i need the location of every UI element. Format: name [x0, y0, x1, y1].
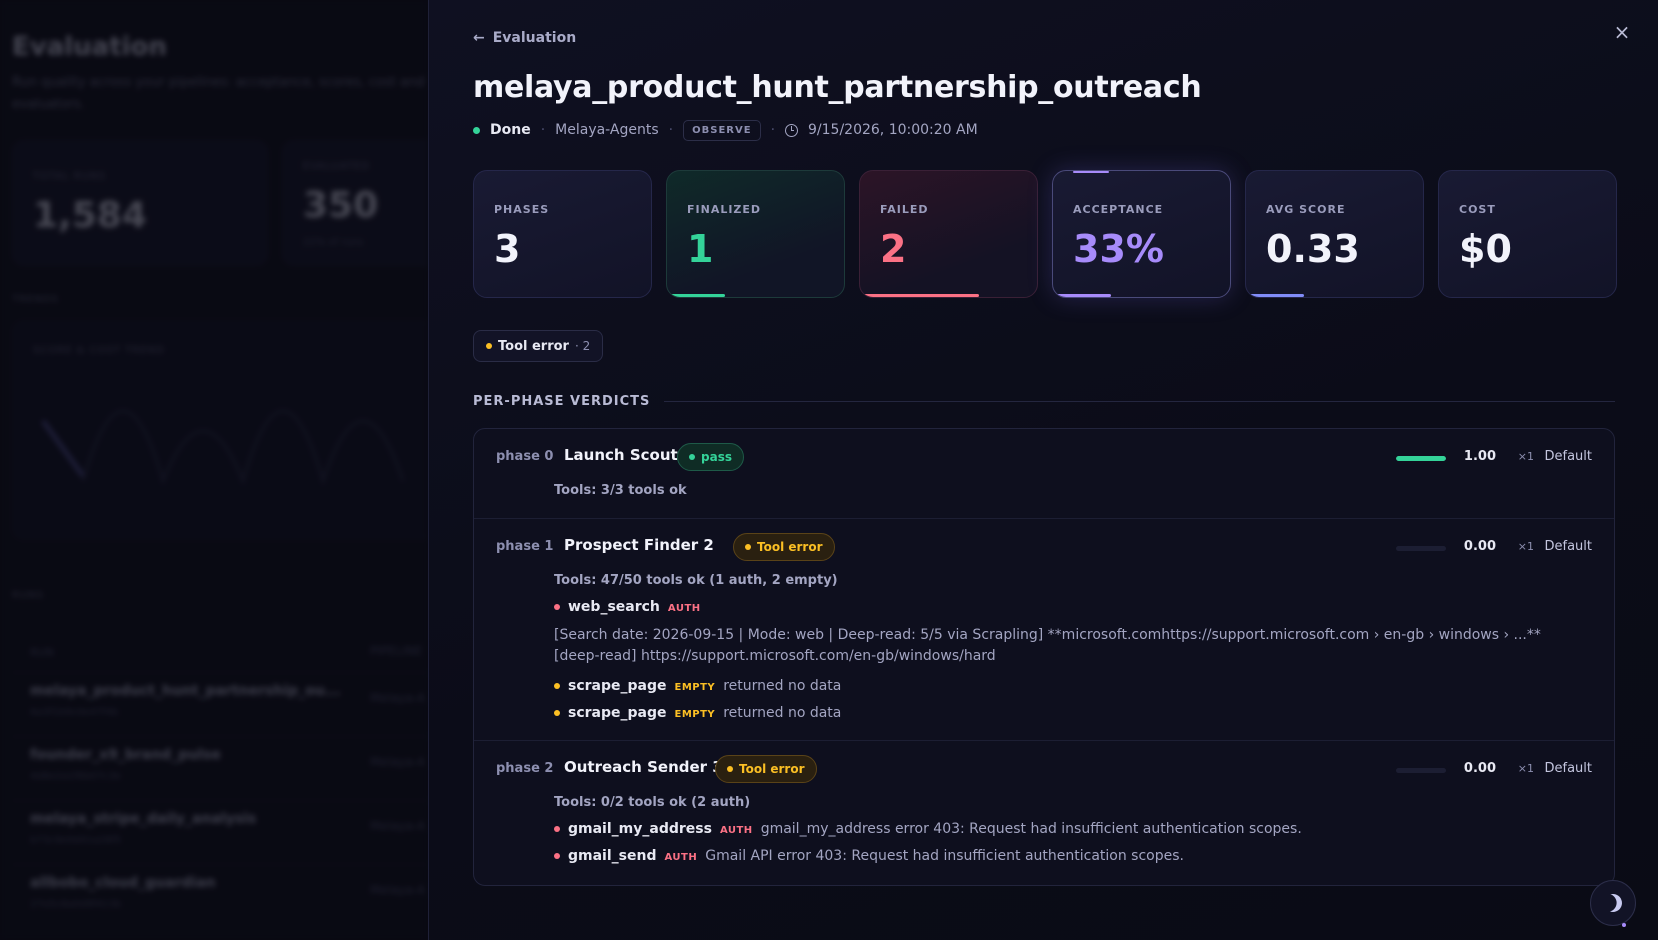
stat-progress-bar [1053, 294, 1112, 297]
phase-profile: Default [1544, 539, 1593, 554]
stat-card-failed: FAILED 2 [859, 170, 1038, 298]
phase-number: phase 1 [496, 539, 554, 554]
tool-result: gmail_send AUTH Gmail API error 403: Req… [554, 848, 1614, 864]
modal-backdrop[interactable] [0, 0, 428, 940]
back-link-label: Evaluation [492, 30, 577, 46]
notification-dot-icon [1622, 923, 1626, 927]
moon-icon [1601, 891, 1624, 914]
verdict-dot-icon [689, 454, 695, 460]
phase-name: Prospect Finder 2 [564, 536, 714, 554]
stat-progress-bar [860, 294, 979, 297]
tool-message: returned no data [723, 678, 842, 694]
arrow-left-icon: ← [473, 30, 485, 46]
divider [664, 401, 1615, 402]
run-meta: Done · Melaya-Agents · OBSERVE · 9/15/20… [473, 118, 978, 142]
score-bar-fill [1396, 456, 1446, 461]
tool-result: scrape_page EMPTY returned no data [554, 678, 1614, 694]
stat-card-phases: PHASES 3 [473, 170, 652, 298]
separator: · [540, 122, 546, 138]
tool-message: Gmail API error 403: Request had insuffi… [705, 848, 1184, 864]
separator: · [668, 122, 674, 138]
warning-dot-icon [554, 683, 560, 689]
active-indicator [1073, 171, 1109, 173]
warning-dot-icon [554, 710, 560, 716]
phase-profile: Default [1544, 449, 1593, 464]
error-dot-icon [554, 826, 560, 832]
clock-icon [785, 123, 799, 137]
section-header: PER-PHASE VERDICTS [473, 394, 1615, 409]
phase-profile: Default [1544, 761, 1593, 776]
stat-card-cost: COST $0 [1438, 170, 1617, 298]
tool-error-filter-chip[interactable]: Tool error · 2 [473, 330, 604, 362]
verdict-dot-icon [727, 766, 733, 772]
warning-dot-icon [486, 343, 492, 349]
close-icon[interactable]: × [1610, 20, 1634, 44]
tool-tag: AUTH [664, 852, 698, 863]
tool-name: gmail_send [568, 848, 657, 864]
phase-weight: ×1 [1517, 540, 1534, 553]
phase-number: phase 2 [496, 761, 554, 776]
phase-row[interactable]: phase 0 Launch Scout pass 1.00 ×1 Defaul… [474, 429, 1614, 519]
tool-tag: EMPTY [674, 682, 716, 693]
phase-weight: ×1 [1517, 762, 1534, 775]
tool-name: gmail_my_address [568, 821, 712, 837]
tool-result: web_search AUTH [554, 599, 1614, 615]
phase-score: 0.00 [1463, 761, 1496, 776]
phase-score: 0.00 [1463, 539, 1496, 554]
back-to-evaluation-link[interactable]: ← Evaluation [473, 30, 576, 46]
run-detail-drawer: × ← Evaluation melaya_product_hunt_partn… [428, 0, 1658, 940]
phase-name: Outreach Sender 3 [564, 758, 723, 776]
stat-card-finalized: FINALIZED 1 [666, 170, 845, 298]
tool-result: scrape_page EMPTY returned no data [554, 705, 1614, 721]
tool-name: web_search [568, 599, 660, 615]
score-bar [1396, 546, 1446, 551]
phase-number: phase 0 [496, 449, 554, 464]
phase-score: 1.00 [1463, 449, 1496, 464]
phase-weight: ×1 [1517, 450, 1534, 463]
phase-row[interactable]: phase 2 Outreach Sender 3 Tool error 0.0… [474, 741, 1614, 885]
verdict-badge: Tool error [733, 533, 835, 561]
score-bar [1396, 768, 1446, 773]
error-dot-icon [554, 853, 560, 859]
phase-name: Launch Scout [564, 446, 678, 464]
run-title: melaya_product_hunt_partnership_outreach [473, 70, 1202, 105]
stat-cards: PHASES 3 FINALIZED 1 FAILED 2 ACCEPTANCE… [473, 170, 1617, 298]
verdict-badge: pass [677, 443, 744, 471]
pipeline-name: Melaya-Agents [555, 122, 659, 138]
mode-badge: OBSERVE [683, 119, 761, 141]
tool-message: gmail_my_address error 403: Request had … [760, 821, 1302, 837]
stat-progress-bar [667, 294, 726, 297]
stat-card-acceptance: ACCEPTANCE 33% [1052, 170, 1231, 298]
tool-message: returned no data [723, 705, 842, 721]
score-bar [1396, 456, 1446, 461]
tool-name: scrape_page [568, 678, 667, 694]
tool-tag: AUTH [719, 825, 753, 836]
theme-toggle-button[interactable] [1590, 880, 1636, 926]
tool-name: scrape_page [568, 705, 667, 721]
verdict-badge: Tool error [715, 755, 817, 783]
tool-result: gmail_my_address AUTH gmail_my_address e… [554, 821, 1614, 837]
tool-tag: EMPTY [674, 709, 716, 720]
stat-card-avg-score: AVG SCORE 0.33 [1245, 170, 1424, 298]
phase-verdict-list: phase 0 Launch Scout pass 1.00 ×1 Defaul… [473, 428, 1615, 886]
tool-output-detail: [Search date: 2026-09-15 | Mode: web | D… [554, 627, 1541, 664]
separator: · [770, 122, 776, 138]
tool-tag: AUTH [667, 603, 701, 614]
stat-progress-bar [1246, 294, 1305, 297]
error-dot-icon [554, 604, 560, 610]
status-dot-icon [473, 126, 480, 134]
phase-row[interactable]: phase 1 Prospect Finder 2 Tool error 0.0… [474, 519, 1614, 741]
run-timestamp: 9/15/2026, 10:00:20 AM [808, 122, 978, 138]
run-status: Done [490, 122, 531, 138]
verdict-dot-icon [745, 544, 751, 550]
